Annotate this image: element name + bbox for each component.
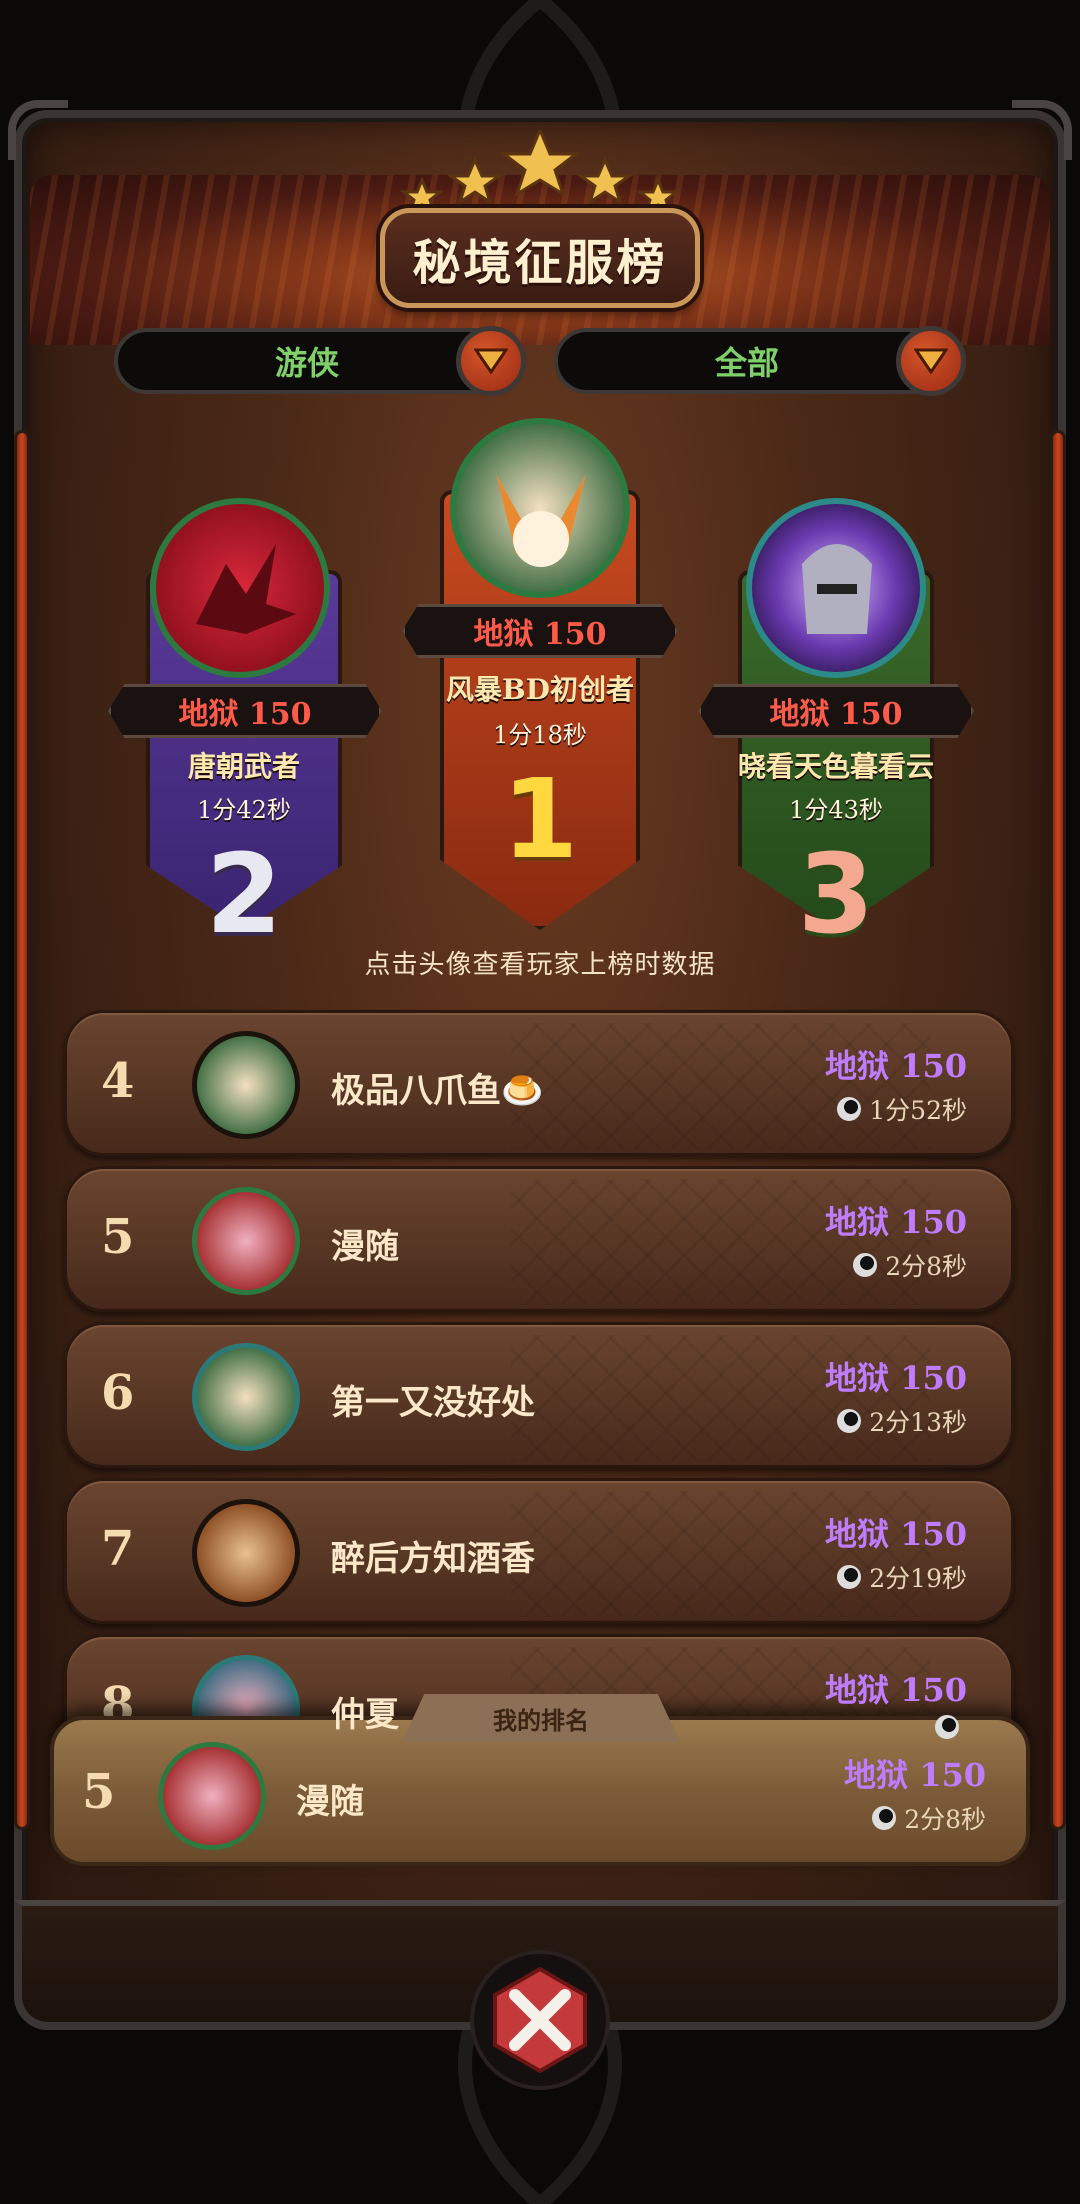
row-time — [935, 1715, 967, 1739]
row-difficulty: 地狱 150 — [825, 1515, 967, 1553]
podium-time: 1分43秒 — [789, 796, 883, 824]
frame-side-bar — [14, 430, 30, 1830]
fox-avatar-icon[interactable] — [450, 418, 630, 598]
row-player-name: 第一又没好处 — [331, 1383, 535, 1423]
chevron-down-icon[interactable] — [896, 326, 966, 396]
dragon-avatar-icon[interactable] — [150, 498, 330, 678]
frame-corner — [1012, 100, 1072, 160]
list-item[interactable]: 5 漫随 地狱 150 2分8秒 — [64, 1166, 1014, 1312]
podium-difficulty: 地狱 150 — [698, 684, 974, 738]
star-icon — [446, 156, 504, 206]
bear-avatar-icon[interactable] — [192, 1499, 300, 1607]
my-rank-tab: 我的排名 — [402, 1694, 680, 1742]
podium-hint: 点击头像查看玩家上榜时数据 — [364, 950, 716, 980]
row-difficulty: 地狱 150 — [825, 1047, 967, 1085]
frame-corner — [8, 100, 68, 160]
podium-player-name[interactable]: 唐朝武者 — [146, 745, 342, 785]
helmet-avatar-icon[interactable] — [746, 498, 926, 678]
cow-avatar-icon[interactable] — [158, 1742, 266, 1850]
my-rank-time: 2分8秒 — [872, 1800, 986, 1836]
class-filter-label: 游侠 — [274, 344, 339, 382]
podium-player-name[interactable]: 晓看天色暮看云 — [708, 745, 964, 785]
row-difficulty: 地狱 150 — [825, 1671, 967, 1709]
clock-icon — [853, 1253, 878, 1277]
podium-rank-number: 2 — [205, 830, 283, 958]
clock-icon — [837, 1409, 862, 1433]
row-time: 2分19秒 — [837, 1559, 967, 1595]
clock-icon — [837, 1097, 862, 1121]
row-time: 2分13秒 — [837, 1403, 967, 1439]
page-title: 秘境征服榜 — [380, 208, 700, 308]
podium-rank-number: 3 — [797, 830, 875, 958]
star-icon — [576, 156, 634, 206]
close-button[interactable] — [470, 1950, 610, 2090]
scope-filter-dropdown[interactable]: 全部 — [554, 326, 966, 396]
podium-time: 1分18秒 — [493, 721, 587, 749]
my-rank-difficulty: 地狱 150 — [844, 1756, 986, 1794]
podium-difficulty: 地狱 150 — [402, 604, 678, 658]
scope-filter-label: 全部 — [714, 344, 779, 382]
my-rank-number: 5 — [82, 1764, 116, 1820]
row-rank: 5 — [101, 1209, 135, 1265]
row-time: 2分8秒 — [853, 1247, 967, 1283]
my-rank-name: 漫随 — [296, 1782, 364, 1822]
list-item[interactable]: 6 第一又没好处 地狱 150 2分13秒 — [64, 1322, 1014, 1468]
podium-time: 1分42秒 — [197, 796, 291, 824]
podium-difficulty: 地狱 150 — [108, 684, 382, 738]
row-time: 1分52秒 — [837, 1091, 967, 1127]
star-icon — [499, 130, 581, 198]
list-item[interactable]: 4 极品八爪鱼🍮 地狱 150 1分52秒 — [64, 1010, 1014, 1156]
class-filter-dropdown[interactable]: 游侠 — [114, 326, 526, 396]
frame-side-bar — [1050, 430, 1066, 1830]
row-difficulty: 地狱 150 — [825, 1359, 967, 1397]
chevron-down-icon[interactable] — [456, 326, 526, 396]
row-player-name: 醉后方知酒香 — [331, 1539, 535, 1579]
cow-avatar-icon[interactable] — [192, 1187, 300, 1295]
podium-player-name[interactable]: 风暴BD初创者 — [420, 668, 660, 708]
fox-avatar-icon[interactable] — [192, 1031, 300, 1139]
row-rank: 7 — [101, 1521, 135, 1577]
fox-avatar-icon[interactable] — [192, 1343, 300, 1451]
row-player-name: 漫随 — [331, 1227, 399, 1267]
row-difficulty: 地狱 150 — [825, 1203, 967, 1241]
row-player-name: 仲夏 — [331, 1695, 399, 1735]
clock-icon — [872, 1806, 897, 1830]
title-stars — [400, 130, 680, 216]
row-rank: 4 — [101, 1053, 135, 1109]
close-icon[interactable] — [485, 1965, 595, 2075]
clock-icon — [935, 1715, 959, 1739]
row-player-name: 极品八爪鱼🍮 — [331, 1071, 544, 1111]
podium-rank-number: 1 — [501, 755, 579, 883]
list-item[interactable]: 7 醉后方知酒香 地狱 150 2分19秒 — [64, 1478, 1014, 1624]
row-rank: 6 — [101, 1365, 135, 1421]
clock-icon — [837, 1565, 862, 1589]
